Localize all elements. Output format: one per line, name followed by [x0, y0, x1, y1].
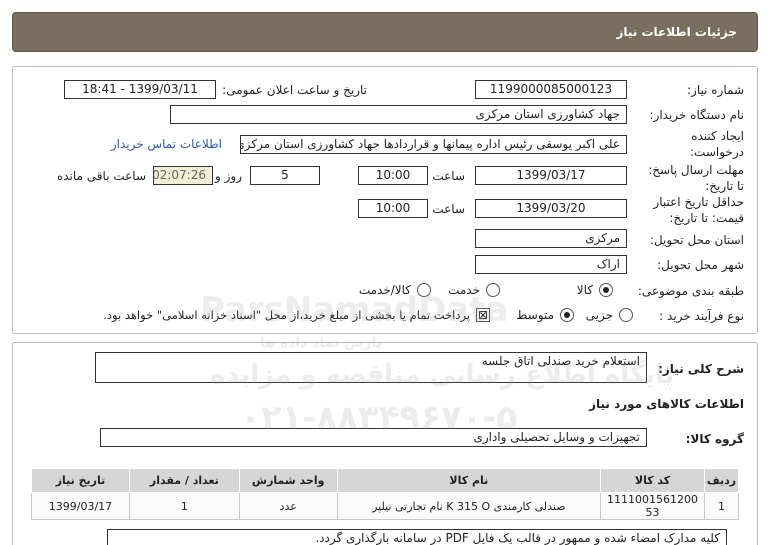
- remaining-time-label: ساعت باقی مانده: [56, 169, 146, 183]
- purchase-type-label: نوع فرآیند خرید :: [659, 309, 744, 323]
- goods-table-header: ردیف کد کالا نام کالا واحد شمارش تعداد /…: [31, 468, 739, 493]
- cell-goods-code: 1111001561200 53: [600, 492, 706, 520]
- creator-label-line1: ایجاد کننده: [691, 129, 744, 143]
- cell-goods-name: صندلی کارمندی K 315 O نام تجارتی نیلپر: [336, 492, 602, 520]
- announce-datetime-label: تاریخ و ساعت اعلان عمومی:: [222, 83, 367, 97]
- table-row[interactable]: 1 1111001561200 53 صندلی کارمندی K 315 O…: [31, 492, 739, 520]
- days-label: روز و: [215, 169, 242, 183]
- deadline-time-label: ساعت: [432, 169, 465, 183]
- creator-field[interactable]: علی اکبر یوسفی رئیس اداره پیمانها و قرار…: [240, 135, 627, 154]
- page-header: جزئیات اطلاعات نیاز: [12, 12, 758, 52]
- buyer-org-field[interactable]: جهاد کشاورزی استان مرکزی: [170, 105, 627, 124]
- province-label: استان محل تحویل:: [649, 233, 744, 247]
- purchase-option-minor: جزیی: [585, 308, 613, 322]
- buyer-org-label: نام دستگاه خریدار:: [649, 108, 745, 122]
- city-field[interactable]: اراک: [475, 255, 627, 274]
- category-option-goods-service: کالا/خدمت: [358, 283, 411, 297]
- description-label: شرح کلی نیاز:: [658, 362, 744, 376]
- cell-unit: عدد: [238, 492, 338, 520]
- category-option-service: خدمت: [448, 283, 480, 297]
- deadline-date-field[interactable]: 1399/03/17: [475, 166, 627, 185]
- cell-row-number: 1: [704, 492, 739, 520]
- cell-need-date: 1399/03/17: [31, 492, 130, 520]
- treasury-payment-note: پرداخت تمام یا بخشی از مبلغ خرید،از محل …: [103, 308, 470, 322]
- col-goods-code: کد کالا: [600, 468, 706, 493]
- purchase-radio-medium[interactable]: [560, 308, 574, 322]
- cell-quantity: 1: [128, 492, 240, 520]
- need-number-field[interactable]: 1199000085000123: [475, 80, 627, 99]
- validity-date-field[interactable]: 1399/03/20: [475, 199, 627, 218]
- description-field[interactable]: استعلام خرید صندلی اتاق جلسه: [95, 352, 647, 383]
- remaining-time-timer: 02:07:26: [153, 166, 213, 185]
- province-field[interactable]: مرکزی: [475, 229, 627, 248]
- deadline-time-field[interactable]: 10:00: [358, 166, 428, 185]
- goods-group-label: گروه کالا:: [685, 432, 744, 446]
- col-goods-name: نام کالا: [336, 468, 602, 493]
- category-option-goods: کالا: [576, 283, 593, 297]
- validity-label-line1: حداقل تاریخ اعتبار: [653, 195, 744, 209]
- validity-time-label: ساعت: [432, 202, 465, 216]
- purchase-option-medium: متوسط: [516, 308, 554, 322]
- goods-group-field[interactable]: تجهیزات و وسایل تحصیلی واداری: [100, 428, 647, 447]
- validity-label-line2: قیمت: تا تاریخ:: [669, 211, 744, 225]
- page-title: جزئیات اطلاعات نیاز: [616, 25, 737, 39]
- creator-label-line2: درخواست:: [690, 145, 744, 159]
- goods-info-title: اطلاعات کالاهای مورد نیاز: [589, 397, 744, 411]
- buyer-contact-link[interactable]: اطلاعات تماس خریدار: [111, 137, 222, 151]
- city-label: شهر محل تحویل:: [657, 258, 744, 272]
- treasury-payment-checkbox[interactable]: ⊠: [476, 308, 490, 322]
- need-number-label: شماره نیاز:: [687, 83, 744, 97]
- attachment-note: کلیه مدارک امضاء شده و ممهور در قالب یک …: [107, 529, 727, 545]
- category-label: طبقه بندی موضوعی:: [637, 284, 744, 298]
- validity-time-field[interactable]: 10:00: [358, 199, 428, 218]
- col-row-number: ردیف: [704, 468, 739, 493]
- announce-datetime-field[interactable]: 1399/03/11 - 18:41: [64, 80, 216, 99]
- goods-table: ردیف کد کالا نام کالا واحد شمارش تعداد /…: [31, 468, 739, 520]
- purchase-radio-minor[interactable]: [619, 308, 633, 322]
- col-unit: واحد شمارش: [238, 468, 338, 493]
- deadline-label-line1: مهلت ارسال پاسخ:: [648, 163, 744, 177]
- col-need-date: تاریخ نیاز: [31, 468, 130, 493]
- col-quantity: تعداد / مقدار: [128, 468, 240, 493]
- deadline-label-line2: تا تاریخ:: [705, 179, 744, 193]
- remaining-days-field[interactable]: 5: [250, 166, 320, 185]
- category-radio-goods[interactable]: [599, 283, 613, 297]
- category-radio-goods-service[interactable]: [417, 283, 431, 297]
- category-radio-service[interactable]: [486, 283, 500, 297]
